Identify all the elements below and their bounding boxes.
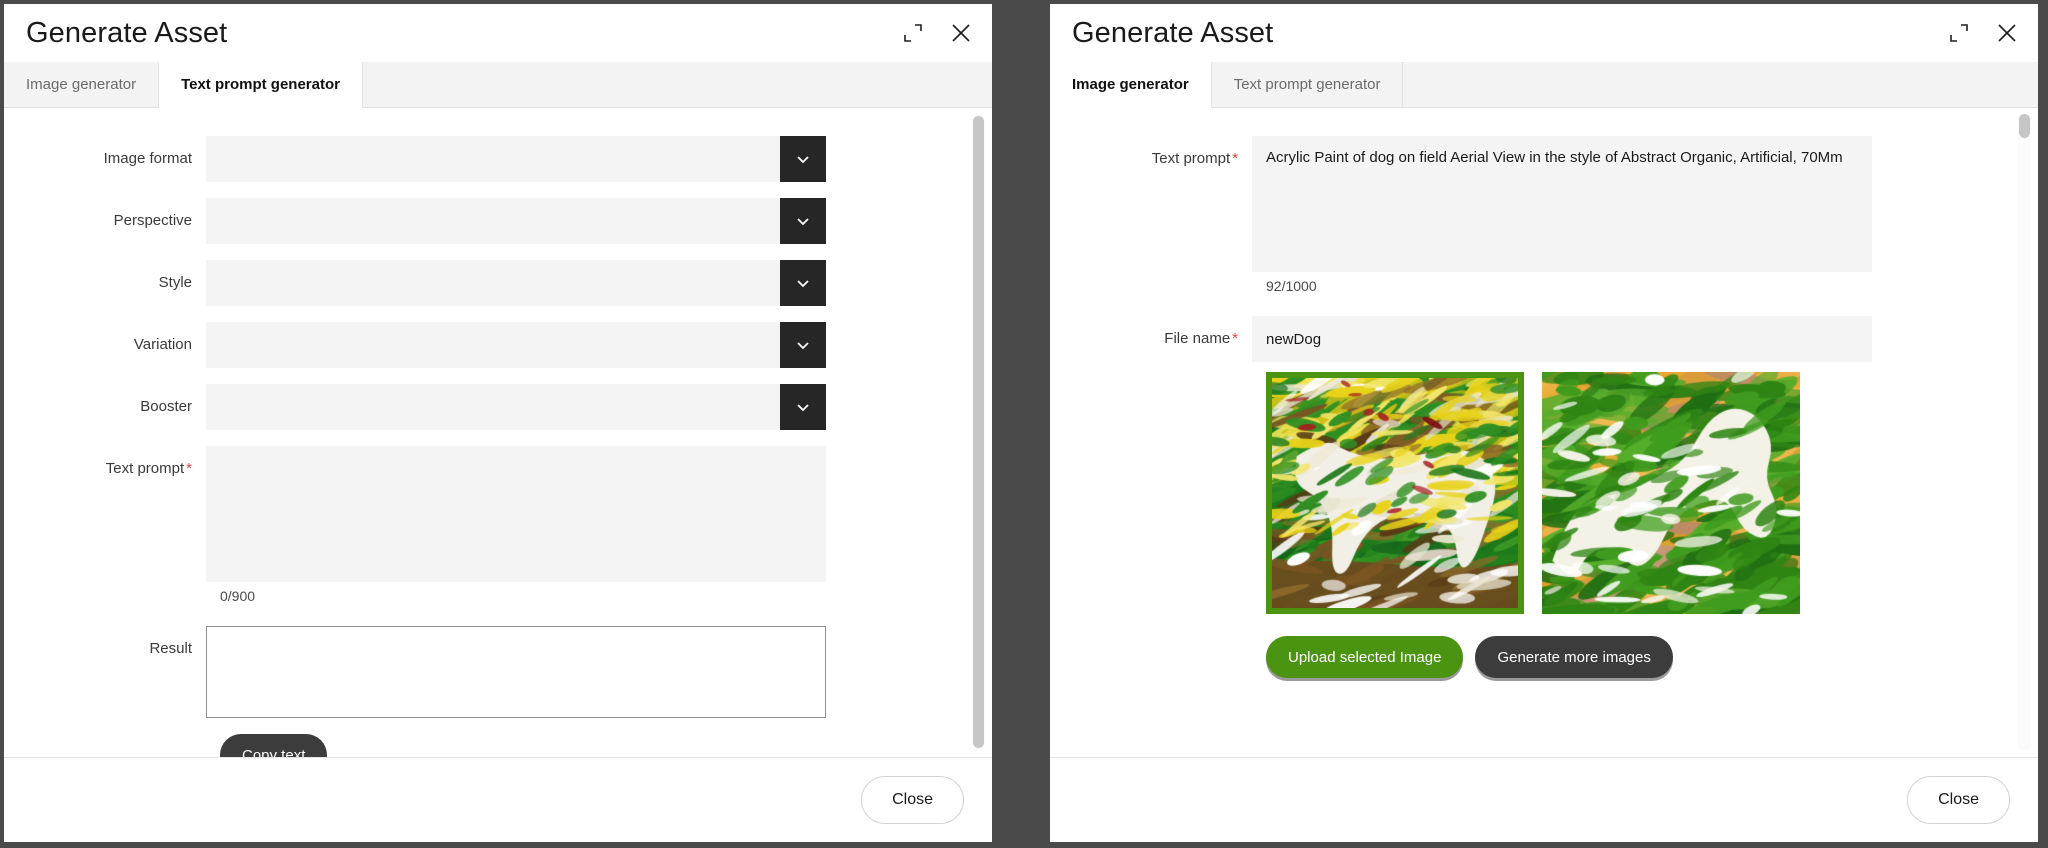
select-style[interactable] [206, 260, 826, 306]
chevron-down-icon[interactable] [780, 198, 826, 244]
chevron-down-icon[interactable] [780, 322, 826, 368]
close-button[interactable]: Close [861, 776, 964, 824]
label-perspective: Perspective [4, 198, 206, 244]
control-text-prompt [206, 446, 826, 582]
tabstrip-filler [1403, 62, 2038, 107]
control-result [206, 626, 826, 718]
tab-text-prompt-generator[interactable]: Text prompt generator [159, 62, 363, 108]
result-textarea[interactable] [206, 626, 826, 718]
control-file-name: newDog [1252, 316, 1872, 362]
generate-asset-dialog-left: Generate Asset Image generator [4, 4, 992, 842]
label-text-prompt-text: Text prompt [106, 460, 184, 477]
label-variation: Variation [4, 322, 206, 368]
close-icon[interactable] [948, 20, 974, 46]
field-row-variation: Variation [4, 322, 992, 368]
dialog-titlebar: Generate Asset [1050, 4, 2038, 62]
tab-image-generator[interactable]: Image generator [1050, 62, 1212, 108]
label-style: Style [4, 260, 206, 306]
select-variation[interactable] [206, 322, 826, 368]
field-row-booster: Booster [4, 384, 992, 430]
chevron-down-icon[interactable] [780, 384, 826, 430]
copy-text-row: Copy text [220, 734, 992, 757]
required-asterisk: * [186, 460, 192, 477]
page-title: Generate Asset [1072, 19, 1273, 48]
required-asterisk: * [1232, 330, 1238, 347]
tabstrip-filler [363, 62, 992, 107]
scrollbar-thumb[interactable] [2019, 114, 2030, 138]
control-variation [206, 322, 826, 368]
tabstrip: Image generator Text prompt generator [1050, 62, 2038, 108]
form-scroll-area: Text prompt* Acrylic Paint of dog on fie… [1050, 108, 2038, 757]
tab-image-generator[interactable]: Image generator [4, 62, 159, 107]
tabstrip: Image generator Text prompt generator [4, 62, 992, 108]
label-text-prompt-text: Text prompt [1152, 150, 1230, 167]
window-controls [1946, 20, 2020, 46]
dialog-footer: Close [4, 758, 992, 842]
expand-icon[interactable] [1946, 20, 1972, 46]
select-image-format[interactable] [206, 136, 826, 182]
label-file-name: File name* [1050, 316, 1252, 362]
text-prompt-counter: 92/1000 [1266, 278, 2038, 294]
field-row-image-format: Image format [4, 136, 992, 182]
window-controls [900, 20, 974, 46]
field-row-text-prompt: Text prompt* [4, 446, 992, 582]
control-style [206, 260, 826, 306]
label-text-prompt: Text prompt* [1050, 136, 1252, 182]
field-row-text-prompt: Text prompt* Acrylic Paint of dog on fie… [1050, 136, 2038, 272]
control-perspective [206, 198, 826, 244]
screen-root: Generate Asset Image generator [0, 0, 2048, 848]
text-prompt-input[interactable]: Acrylic Paint of dog on field Aerial Vie… [1252, 136, 1872, 272]
copy-text-button[interactable]: Copy text [220, 734, 327, 757]
generated-images-list [1266, 372, 2038, 614]
field-row-perspective: Perspective [4, 198, 992, 244]
control-image-format [206, 136, 826, 182]
control-booster [206, 384, 826, 430]
vertical-scrollbar[interactable] [972, 114, 985, 751]
field-row-result: Result [4, 626, 992, 718]
label-result: Result [4, 626, 206, 672]
label-text-prompt: Text prompt* [4, 446, 206, 492]
chevron-down-icon[interactable] [780, 260, 826, 306]
close-icon[interactable] [1994, 20, 2020, 46]
image-actions: Upload selected Image Generate more imag… [1266, 636, 2038, 678]
label-booster: Booster [4, 384, 206, 430]
generate-more-images-button[interactable]: Generate more images [1475, 636, 1672, 678]
text-prompt-counter: 0/900 [220, 588, 992, 604]
file-name-input[interactable]: newDog [1252, 316, 1872, 362]
field-row-file-name: File name* newDog [1050, 316, 2038, 362]
page-title: Generate Asset [26, 19, 227, 48]
vertical-scrollbar[interactable] [2018, 114, 2031, 751]
generate-asset-dialog-right: Generate Asset Image generator [1050, 4, 2038, 842]
generated-image-2[interactable] [1542, 372, 1800, 614]
required-asterisk: * [1232, 150, 1238, 167]
label-file-name-text: File name [1164, 330, 1230, 347]
scrollbar-thumb[interactable] [973, 116, 984, 748]
field-row-style: Style [4, 260, 992, 306]
text-prompt-input[interactable] [206, 446, 826, 582]
dialog-titlebar: Generate Asset [4, 4, 992, 62]
upload-selected-image-button[interactable]: Upload selected Image [1266, 636, 1463, 678]
control-text-prompt: Acrylic Paint of dog on field Aerial Vie… [1252, 136, 1872, 272]
dialog-body: Image format Perspective [4, 108, 992, 758]
expand-icon[interactable] [900, 20, 926, 46]
dialog-body: Text prompt* Acrylic Paint of dog on fie… [1050, 108, 2038, 758]
dialog-footer: Close [1050, 758, 2038, 842]
label-image-format: Image format [4, 136, 206, 182]
select-perspective[interactable] [206, 198, 826, 244]
select-booster[interactable] [206, 384, 826, 430]
chevron-down-icon[interactable] [780, 136, 826, 182]
tab-text-prompt-generator[interactable]: Text prompt generator [1212, 62, 1404, 107]
form-scroll-area: Image format Perspective [4, 108, 992, 757]
close-button[interactable]: Close [1907, 776, 2010, 824]
generated-image-1[interactable] [1266, 372, 1524, 614]
